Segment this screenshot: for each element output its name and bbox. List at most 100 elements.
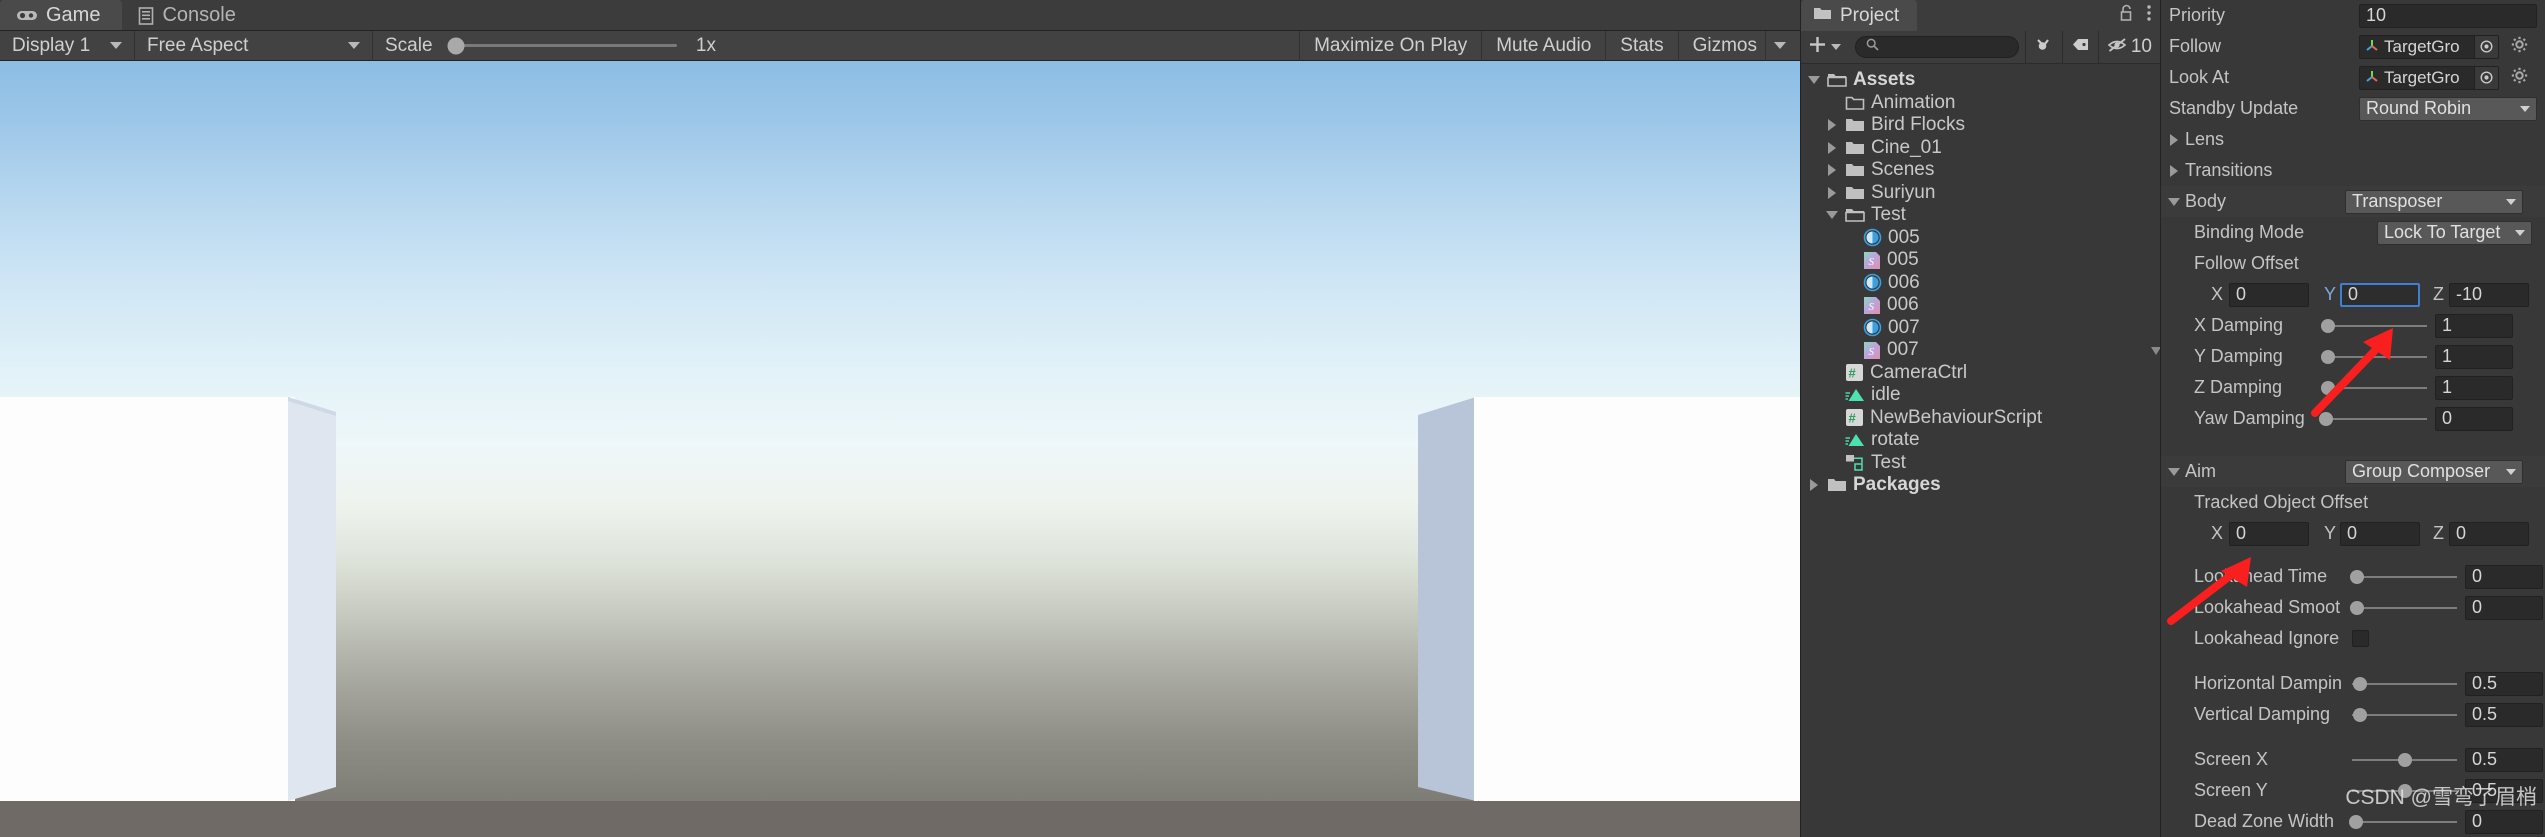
body-damping-field[interactable]: 0 [2435, 406, 2513, 431]
slider-knob[interactable] [2321, 318, 2336, 333]
follow-object-picker-button[interactable] [2474, 35, 2498, 58]
screen-slider[interactable] [2352, 779, 2457, 803]
follow-settings-gear-icon[interactable] [2511, 36, 2528, 58]
aim-damping-slider[interactable] [2352, 672, 2457, 696]
stats-button[interactable]: Stats [1605, 30, 1677, 61]
aim-damping-slider[interactable] [2352, 703, 2457, 727]
hidden-packages-indicator[interactable]: 10 [2099, 31, 2160, 64]
project-tree-item[interactable]: Scenes [1801, 159, 2160, 182]
aim-section-header[interactable]: Aim Group Composer [2161, 456, 2545, 487]
look-at-object-field[interactable]: TargetGro [2359, 65, 2499, 90]
standby-update-dropdown[interactable]: Round Robin [2359, 96, 2537, 121]
project-tree-item[interactable]: S 005 [1801, 249, 2160, 272]
maximize-on-play-button[interactable]: Maximize On Play [1299, 30, 1481, 61]
disclosure-triangle-collapsed[interactable] [1825, 119, 1839, 132]
lookahead-slider[interactable] [2350, 596, 2457, 620]
project-tree-item[interactable]: Bird Flocks [1801, 114, 2160, 137]
follow-object-field[interactable]: TargetGro [2359, 34, 2499, 59]
body-damping-slider[interactable] [2321, 376, 2427, 400]
follow-offset-x-field[interactable]: 0 [2229, 282, 2309, 307]
slider-knob[interactable] [2349, 814, 2364, 829]
project-tree-item[interactable]: # CameraCtrl [1801, 362, 2160, 385]
disclosure-triangle-collapsed[interactable] [1825, 141, 1839, 154]
dead-zone-width-slider[interactable] [2349, 810, 2457, 834]
display-dropdown[interactable]: Display 1 [0, 30, 135, 61]
slider-knob[interactable] [2350, 569, 2365, 584]
kebab-menu-icon[interactable] [2146, 4, 2152, 27]
slider-knob[interactable] [2353, 676, 2368, 691]
add-asset-button[interactable] [1801, 31, 1849, 64]
aspect-dropdown[interactable]: Free Aspect [135, 30, 373, 61]
aim-component-dropdown[interactable]: Group Composer [2345, 459, 2523, 484]
project-tree-item[interactable]: 007 [1801, 317, 2160, 340]
body-damping-field[interactable]: 1 [2435, 313, 2513, 338]
project-asset-tree[interactable]: Assets Animation Bird Flocks Cine_01 Scenes S… [1801, 64, 2160, 837]
lookahead-ignore-checkbox[interactable] [2352, 630, 2369, 647]
body-component-dropdown[interactable]: Transposer [2345, 189, 2523, 214]
slider-knob[interactable] [2397, 752, 2412, 767]
look-at-object-picker-button[interactable] [2474, 66, 2498, 89]
project-tree-item[interactable]: Packages [1801, 474, 2160, 497]
binding-mode-dropdown[interactable]: Lock To Target [2377, 220, 2532, 245]
slider-knob[interactable] [2397, 783, 2412, 798]
body-damping-slider[interactable] [2321, 314, 2427, 338]
project-tree-item[interactable]: Animation [1801, 92, 2160, 115]
disclosure-triangle-collapsed[interactable] [2167, 164, 2181, 177]
project-scroll-indicator[interactable] [2149, 344, 2160, 360]
tab-game[interactable]: Game [0, 0, 123, 31]
project-tree-item[interactable]: idle [1801, 384, 2160, 407]
aim-damping-field[interactable]: 0.5 [2465, 671, 2543, 696]
follow-offset-z-field[interactable]: -10 [2449, 282, 2529, 307]
disclosure-triangle-collapsed[interactable] [1807, 479, 1821, 492]
project-tree-item[interactable]: # NewBehaviourScript [1801, 407, 2160, 430]
transitions-section-header[interactable]: Transitions [2161, 155, 2545, 186]
disclosure-triangle-collapsed[interactable] [1825, 164, 1839, 177]
tracked-offset-x-field[interactable]: 0 [2229, 521, 2309, 546]
slider-knob[interactable] [2321, 380, 2336, 395]
disclosure-triangle-expanded[interactable] [1807, 76, 1821, 85]
aim-damping-field[interactable]: 0.5 [2465, 702, 2543, 727]
slider-knob[interactable] [2350, 600, 2365, 615]
priority-field[interactable]: 10 [2359, 3, 2537, 28]
body-damping-slider[interactable] [2319, 407, 2427, 431]
body-section-header[interactable]: Body Transposer [2161, 186, 2545, 217]
tab-console[interactable]: Console [122, 0, 257, 31]
body-damping-slider[interactable] [2321, 345, 2427, 369]
gizmos-button[interactable]: Gizmos [1677, 30, 1765, 61]
disclosure-triangle-expanded[interactable] [2167, 197, 2181, 206]
disclosure-triangle-collapsed[interactable] [1825, 186, 1839, 199]
project-tree-item[interactable]: 006 [1801, 272, 2160, 295]
look-at-settings-gear-icon[interactable] [2511, 67, 2528, 89]
project-tree-item[interactable]: 005 [1801, 227, 2160, 250]
filter-by-label-button[interactable] [2063, 31, 2098, 64]
tracked-offset-z-field[interactable]: 0 [2449, 521, 2529, 546]
follow-offset-y-field[interactable]: 0 [2340, 282, 2420, 307]
screen-field[interactable]: 0.5 [2465, 747, 2543, 772]
project-tree-item[interactable]: Assets [1801, 69, 2160, 92]
project-tree-item[interactable]: rotate [1801, 429, 2160, 452]
tracked-offset-y-field[interactable]: 0 [2340, 521, 2420, 546]
dead-zone-width-field[interactable]: 0 [2465, 809, 2543, 834]
project-tree-item[interactable]: Suriyun [1801, 182, 2160, 205]
project-tree-item[interactable]: Test [1801, 452, 2160, 475]
lock-open-icon[interactable] [2119, 4, 2134, 27]
mute-audio-button[interactable]: Mute Audio [1481, 30, 1605, 61]
slider-knob[interactable] [2353, 707, 2368, 722]
scale-slider-knob[interactable] [447, 37, 465, 54]
project-tree-item[interactable]: Cine_01 [1801, 137, 2160, 160]
lookahead-field[interactable]: 0 [2465, 564, 2543, 589]
gizmos-dropdown[interactable] [1765, 30, 1800, 61]
slider-knob[interactable] [2319, 411, 2334, 426]
filter-by-type-button[interactable] [2026, 31, 2062, 64]
tab-project[interactable]: Project [1801, 0, 1918, 31]
game-view-render[interactable] [0, 61, 1800, 837]
search-input[interactable] [1855, 36, 2019, 58]
body-damping-field[interactable]: 1 [2435, 344, 2513, 369]
scale-control[interactable]: Scale 1x [373, 31, 728, 61]
scale-slider[interactable] [447, 37, 677, 54]
project-tree-item[interactable]: S 006 [1801, 294, 2160, 317]
project-tree-item[interactable]: Test [1801, 204, 2160, 227]
screen-field[interactable]: 0.5 [2465, 778, 2543, 803]
lookahead-field[interactable]: 0 [2465, 595, 2543, 620]
project-tree-item[interactable]: S 007 [1801, 339, 2160, 362]
